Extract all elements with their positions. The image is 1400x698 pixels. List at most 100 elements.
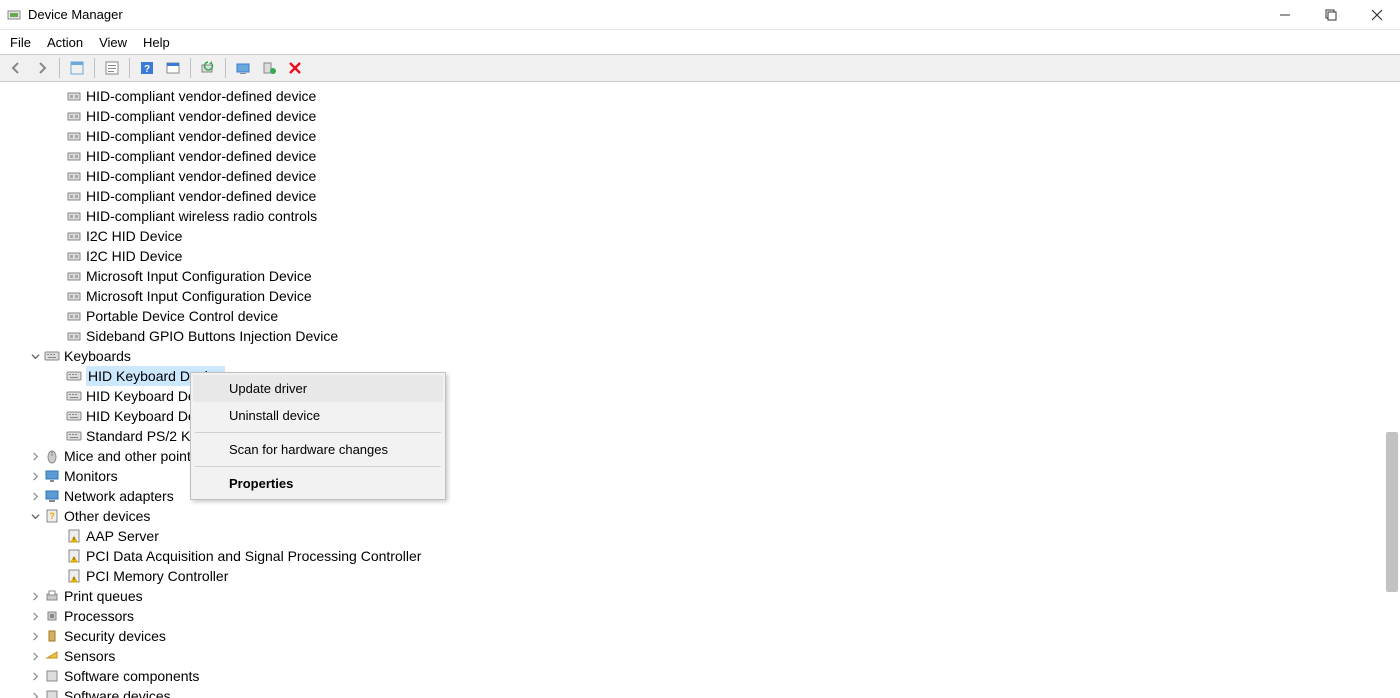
help-button[interactable]: ? bbox=[135, 57, 159, 79]
show-hide-tree-button[interactable] bbox=[65, 57, 89, 79]
tree-label: Print queues bbox=[64, 586, 143, 606]
unknown-device-icon: ? bbox=[44, 508, 60, 524]
tree-item-hid[interactable]: Portable Device Control device bbox=[0, 306, 1400, 326]
hid-device-icon bbox=[66, 328, 82, 344]
hid-device-icon bbox=[66, 268, 82, 284]
properties-button[interactable] bbox=[100, 57, 124, 79]
chevron-down-icon[interactable] bbox=[28, 349, 42, 363]
tree-item-hid[interactable]: Sideband GPIO Buttons Injection Device bbox=[0, 326, 1400, 346]
chevron-right-icon[interactable] bbox=[28, 629, 42, 643]
tree-label: HID-compliant vendor-defined device bbox=[86, 166, 316, 186]
tree-label: Sideband GPIO Buttons Injection Device bbox=[86, 326, 338, 346]
chevron-right-icon[interactable] bbox=[28, 449, 42, 463]
tree-label: HID-compliant vendor-defined device bbox=[86, 126, 316, 146]
hid-device-icon bbox=[66, 148, 82, 164]
minimize-button[interactable] bbox=[1262, 0, 1308, 30]
scrollbar-thumb[interactable] bbox=[1386, 432, 1398, 592]
tree-item-hid[interactable]: HID-compliant vendor-defined device bbox=[0, 146, 1400, 166]
title-bar: Device Manager bbox=[0, 0, 1400, 30]
keyboard-icon bbox=[66, 388, 82, 404]
tree-item-hid[interactable]: HID-compliant vendor-defined device bbox=[0, 86, 1400, 106]
chevron-down-icon[interactable] bbox=[28, 509, 42, 523]
tree-label: I2C HID Device bbox=[86, 246, 182, 266]
tree-label: Network adapters bbox=[64, 486, 174, 506]
action-button[interactable] bbox=[161, 57, 185, 79]
window-controls bbox=[1262, 0, 1400, 29]
tree-category-print[interactable]: Print queues bbox=[0, 586, 1400, 606]
hid-device-icon bbox=[66, 248, 82, 264]
ctx-separator bbox=[195, 432, 441, 433]
tree-category-other[interactable]: ? Other devices bbox=[0, 506, 1400, 526]
back-button[interactable] bbox=[4, 57, 28, 79]
keyboard-icon bbox=[66, 368, 82, 384]
device-tree[interactable]: HID-compliant vendor-defined deviceHID-c… bbox=[0, 82, 1400, 698]
tree-item-other[interactable]: !AAP Server bbox=[0, 526, 1400, 546]
tree-label: HID-compliant vendor-defined device bbox=[86, 146, 316, 166]
tree-label: HID-compliant wireless radio controls bbox=[86, 206, 317, 226]
close-button[interactable] bbox=[1354, 0, 1400, 30]
security-icon bbox=[44, 628, 60, 644]
disable-button[interactable] bbox=[283, 57, 307, 79]
keyboard-icon bbox=[66, 408, 82, 424]
context-menu: Update driver Uninstall device Scan for … bbox=[190, 372, 446, 500]
tree-category-keyboards[interactable]: Keyboards bbox=[0, 346, 1400, 366]
mouse-icon bbox=[44, 448, 60, 464]
uninstall-button[interactable] bbox=[257, 57, 281, 79]
update-driver-button[interactable] bbox=[231, 57, 255, 79]
tree-category-processors[interactable]: Processors bbox=[0, 606, 1400, 626]
tree-item-other[interactable]: !PCI Memory Controller bbox=[0, 566, 1400, 586]
tree-category-swdev[interactable]: Software devices bbox=[0, 686, 1400, 698]
chevron-right-icon[interactable] bbox=[28, 669, 42, 683]
keyboard-icon bbox=[44, 348, 60, 364]
toolbar: ? bbox=[0, 54, 1400, 82]
tree-category-swcomp[interactable]: Software components bbox=[0, 666, 1400, 686]
chevron-right-icon[interactable] bbox=[28, 609, 42, 623]
scan-hardware-button[interactable] bbox=[196, 57, 220, 79]
tree-item-hid[interactable]: HID-compliant vendor-defined device bbox=[0, 186, 1400, 206]
chevron-right-icon[interactable] bbox=[28, 489, 42, 503]
sensor-icon bbox=[44, 648, 60, 664]
menu-view[interactable]: View bbox=[91, 33, 135, 52]
hid-device-icon bbox=[66, 188, 82, 204]
svg-text:?: ? bbox=[49, 511, 55, 521]
chevron-right-icon[interactable] bbox=[28, 649, 42, 663]
toolbar-separator bbox=[129, 58, 130, 78]
tree-label: I2C HID Device bbox=[86, 226, 182, 246]
tree-item-hid[interactable]: I2C HID Device bbox=[0, 246, 1400, 266]
menu-bar: File Action View Help bbox=[0, 30, 1400, 54]
tree-item-hid[interactable]: I2C HID Device bbox=[0, 226, 1400, 246]
ctx-properties[interactable]: Properties bbox=[193, 470, 443, 497]
tree-item-other[interactable]: !PCI Data Acquisition and Signal Process… bbox=[0, 546, 1400, 566]
tree-item-hid[interactable]: Microsoft Input Configuration Device bbox=[0, 266, 1400, 286]
menu-help[interactable]: Help bbox=[135, 33, 178, 52]
chevron-right-icon[interactable] bbox=[28, 469, 42, 483]
tree-item-hid[interactable]: HID-compliant wireless radio controls bbox=[0, 206, 1400, 226]
menu-action[interactable]: Action bbox=[39, 33, 91, 52]
chevron-right-icon[interactable] bbox=[28, 589, 42, 603]
tree-category-security[interactable]: Security devices bbox=[0, 626, 1400, 646]
tree-item-hid[interactable]: HID-compliant vendor-defined device bbox=[0, 106, 1400, 126]
ctx-update-driver[interactable]: Update driver bbox=[193, 375, 443, 402]
tree-category-sensors[interactable]: Sensors bbox=[0, 646, 1400, 666]
chevron-right-icon[interactable] bbox=[28, 689, 42, 698]
tree-label: Other devices bbox=[64, 506, 150, 526]
toolbar-separator bbox=[225, 58, 226, 78]
tree-item-hid[interactable]: HID-compliant vendor-defined device bbox=[0, 166, 1400, 186]
maximize-button[interactable] bbox=[1308, 0, 1354, 30]
hid-device-icon bbox=[66, 168, 82, 184]
app-icon bbox=[6, 7, 22, 23]
tree-label: Security devices bbox=[64, 626, 166, 646]
ctx-separator bbox=[195, 466, 441, 467]
forward-button[interactable] bbox=[30, 57, 54, 79]
tree-item-hid[interactable]: HID-compliant vendor-defined device bbox=[0, 126, 1400, 146]
ctx-scan-hardware[interactable]: Scan for hardware changes bbox=[193, 436, 443, 463]
printer-icon bbox=[44, 588, 60, 604]
ctx-uninstall-device[interactable]: Uninstall device bbox=[193, 402, 443, 429]
warning-device-icon: ! bbox=[66, 568, 82, 584]
tree-label: Keyboards bbox=[64, 346, 131, 366]
svg-text:?: ? bbox=[144, 64, 150, 75]
menu-file[interactable]: File bbox=[2, 33, 39, 52]
tree-item-hid[interactable]: Microsoft Input Configuration Device bbox=[0, 286, 1400, 306]
software-icon bbox=[44, 668, 60, 684]
tree-label: PCI Data Acquisition and Signal Processi… bbox=[86, 546, 421, 566]
